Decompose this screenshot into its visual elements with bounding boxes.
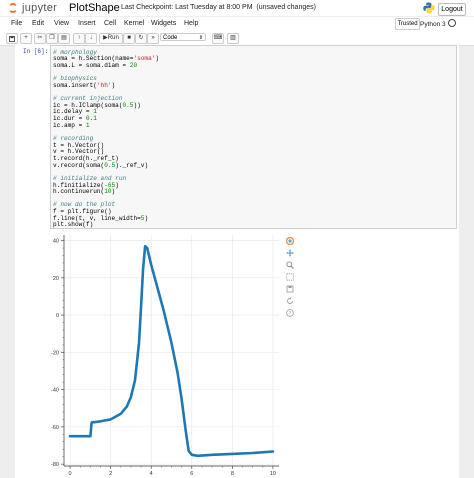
svg-text:?: ? <box>289 311 292 317</box>
x-tick-label: 8 <box>231 471 234 477</box>
reset-icon[interactable] <box>286 297 294 305</box>
pan-icon[interactable] <box>286 249 294 257</box>
x-tick-label: 6 <box>190 471 193 477</box>
x-tick-label: 10 <box>270 471 276 477</box>
plot-area <box>64 235 279 466</box>
bokeh-plot[interactable]: -80 -60 -40 -20 0 20 40 0 2 4 6 8 10 <box>0 0 474 478</box>
y-tick-label: -40 <box>51 388 59 394</box>
box-zoom-icon[interactable] <box>286 273 294 281</box>
help-icon[interactable]: ? <box>286 309 294 317</box>
y-tick-label: 40 <box>53 239 59 245</box>
bokeh-logo-icon[interactable] <box>286 237 294 245</box>
y-tick-label: -20 <box>51 350 59 356</box>
zoom-icon[interactable] <box>286 261 294 269</box>
y-tick-label: -60 <box>51 425 59 431</box>
x-tick-label: 0 <box>69 471 72 477</box>
y-tick-label: 0 <box>56 313 59 319</box>
x-tick-label: 2 <box>109 471 112 477</box>
y-tick-label: -80 <box>51 462 59 468</box>
y-tick-label: 20 <box>53 276 59 282</box>
save-plot-icon[interactable] <box>286 285 294 293</box>
x-tick-label: 4 <box>150 471 153 477</box>
